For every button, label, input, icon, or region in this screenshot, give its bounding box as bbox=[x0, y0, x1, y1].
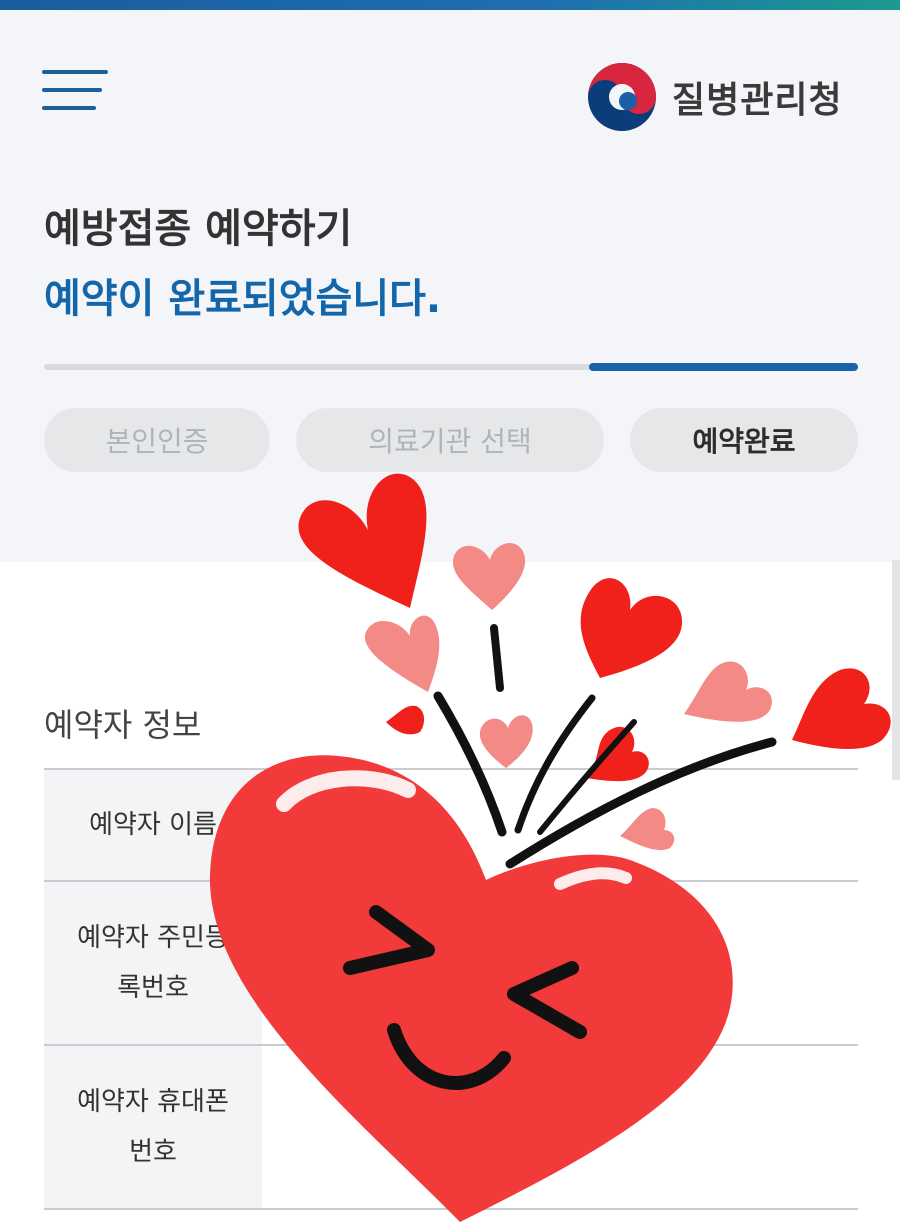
row-label-phone-number: 예약자 휴대폰 번호 bbox=[44, 1046, 262, 1208]
flying-heart-icon bbox=[364, 615, 440, 692]
row-label-name: 예약자 이름 bbox=[44, 770, 262, 880]
flying-heart-icon bbox=[479, 715, 533, 768]
logo-text: 질병관리청 bbox=[672, 80, 843, 121]
section-title-reserver-info: 예약자 정보 bbox=[44, 706, 202, 744]
row-label-resident-number: 예약자 주민등 록번호 bbox=[44, 882, 262, 1044]
flying-heart-icon bbox=[684, 661, 772, 722]
table-row: 예약자 이름 bbox=[44, 768, 858, 880]
step-reservation-complete[interactable]: 예약완료 bbox=[630, 408, 858, 472]
flying-heart-icon bbox=[386, 705, 425, 735]
reserver-info-table: 예약자 이름 예약자 주민등 록번호 예약자 휴대폰 번호 bbox=[44, 768, 858, 1210]
row-value-phone-number bbox=[262, 1046, 858, 1208]
row-value-resident-number bbox=[262, 882, 858, 1044]
hamburger-menu-icon[interactable] bbox=[42, 68, 110, 116]
table-row: 예약자 주민등 록번호 bbox=[44, 880, 858, 1044]
flying-heart-icon bbox=[580, 578, 683, 678]
top-accent-bar bbox=[0, 0, 900, 10]
completion-message: 예약이 완료되었습니다. bbox=[44, 276, 442, 322]
progress-bar-fill bbox=[589, 363, 858, 371]
scrollbar[interactable] bbox=[892, 560, 900, 780]
taegeuk-emblem-icon bbox=[588, 63, 656, 131]
flying-heart-icon bbox=[792, 668, 891, 750]
table-row: 예약자 휴대폰 번호 bbox=[44, 1044, 858, 1210]
kdca-logo[interactable]: 질병관리청 bbox=[586, 60, 866, 134]
page-title: 예방접종 예약하기 bbox=[44, 206, 353, 252]
step-identity-verification[interactable]: 본인인증 bbox=[44, 408, 270, 472]
progress-bar bbox=[44, 363, 858, 371]
row-value-name bbox=[262, 770, 858, 880]
step-select-clinic[interactable]: 의료기관 선택 bbox=[296, 408, 604, 472]
